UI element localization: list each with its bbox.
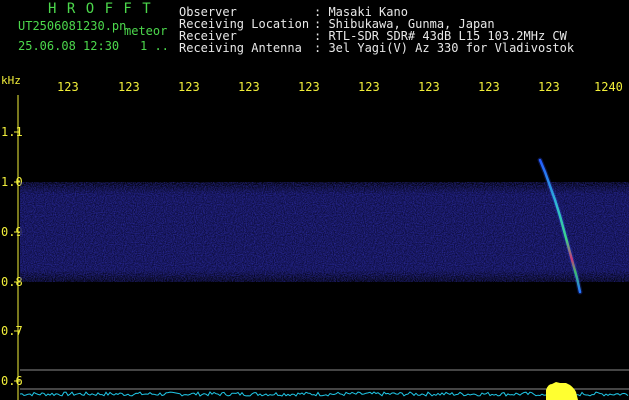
noise-texture [20,182,629,282]
freq-ticks [14,95,20,400]
spectrogram [14,95,629,400]
baseline-trace [19,391,629,397]
signal-burst [546,382,578,400]
baseline-trace-line [19,391,629,397]
